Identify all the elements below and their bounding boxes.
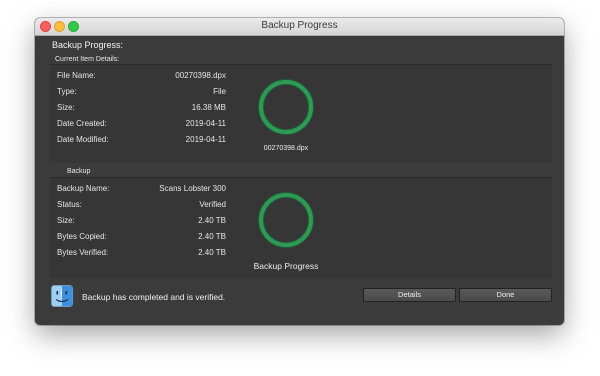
backup-caption: Backup Progress: [253, 261, 319, 271]
backup-row-label: Status:: [57, 200, 82, 209]
details-button[interactable]: Details: [363, 288, 456, 302]
current-item-row-label: File Name:: [57, 71, 96, 80]
current-item-row-value: 2019-04-11: [185, 119, 226, 128]
current-item-section-label: Current Item Details:: [55, 56, 120, 63]
current-item-row-value: 16.38 MB: [191, 103, 226, 112]
current-item-row-value: 2019-04-11: [185, 135, 226, 144]
backup-section-label: Backup: [67, 168, 91, 175]
done-button[interactable]: Done: [459, 288, 552, 302]
backup-row-label: Bytes Copied:: [57, 232, 107, 241]
current-item-row-value: 00270398.dpx: [175, 71, 226, 80]
backup-row-label: Bytes Verified:: [57, 248, 109, 257]
backup-row-label: Backup Name:: [57, 184, 110, 193]
backup-row-value: 2.40 TB: [198, 232, 226, 241]
ring-progress: [259, 80, 313, 134]
finder-icon: [51, 285, 73, 307]
current-item-row-label: Date Modified:: [57, 135, 109, 144]
backup-row-label: Size:: [57, 216, 75, 225]
backup-row-value: 2.40 TB: [198, 216, 226, 225]
current-item-row-label: Size:: [57, 103, 75, 112]
title-bar[interactable]: Backup Progress: [35, 18, 564, 36]
current-item-row-value: File: [213, 87, 226, 96]
current-item-caption: 00270398.dpx: [263, 145, 309, 152]
completion-status-text: Backup has completed and is verified.: [82, 292, 226, 302]
current-item-progress-ring: [258, 79, 314, 135]
backup-row-value: 2.40 TB: [198, 248, 226, 257]
window-title: Backup Progress: [261, 20, 338, 31]
backup-progress-window: Backup Progress Backup Progress: Current…: [35, 18, 564, 325]
backup-progress-ring: [258, 192, 314, 248]
backup-row-value: Scans Lobster 300: [159, 184, 226, 193]
ring-progress: [259, 193, 313, 247]
current-item-row-label: Type:: [57, 87, 77, 96]
page-heading: Backup Progress:: [52, 40, 124, 50]
current-item-row-label: Date Created:: [57, 119, 107, 128]
backup-row-value: Verified: [199, 200, 226, 209]
